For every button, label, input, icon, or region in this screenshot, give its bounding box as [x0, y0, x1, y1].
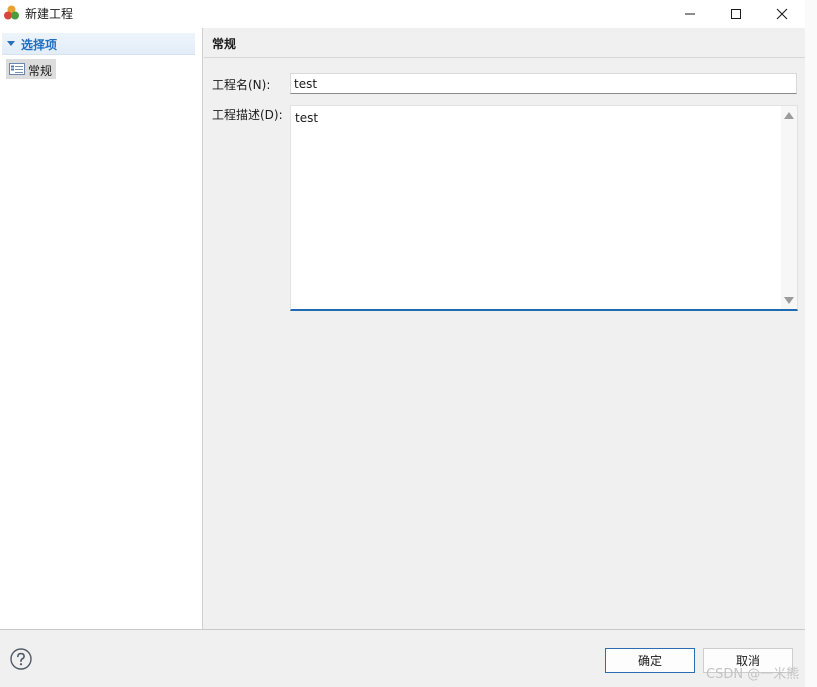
minimize-icon — [685, 13, 695, 15]
close-icon — [776, 8, 788, 20]
description-text: test — [295, 111, 319, 125]
maximize-icon — [731, 9, 741, 19]
scroll-down-arrow-icon[interactable] — [784, 297, 794, 304]
description-scrollbar[interactable] — [781, 106, 797, 309]
title-bar: 新建工程 — [0, 0, 805, 28]
project-name-label: 工程名(N): — [212, 78, 271, 92]
button-bar: 确定 取消 CSDN @一米熊 — [0, 629, 805, 687]
minimize-button[interactable] — [667, 0, 713, 28]
close-button[interactable] — [759, 0, 805, 28]
maximize-button[interactable] — [713, 0, 759, 28]
watermark-text: CSDN @一米熊 — [706, 667, 800, 682]
new-project-dialog: 新建工程 选择项 常规 常规 工程名(N): test 工程描述(D): tes… — [0, 0, 805, 687]
window-title: 新建工程 — [25, 7, 74, 21]
background-area — [805, 0, 817, 687]
project-description-label: 工程描述(D): — [212, 108, 283, 122]
page-header: 常规 — [204, 28, 805, 58]
page-title: 常规 — [212, 37, 237, 51]
list-page-icon — [9, 63, 25, 75]
tree-item-label: 常规 — [28, 64, 53, 78]
tree-root-label: 选择项 — [21, 38, 58, 52]
expand-arrow-icon[interactable] — [7, 41, 15, 46]
app-logo-icon — [4, 5, 19, 20]
ok-button[interactable]: 确定 — [605, 648, 695, 673]
project-name-input[interactable] — [290, 73, 797, 94]
options-tree: 选择项 常规 — [0, 28, 203, 629]
scroll-up-arrow-icon[interactable] — [784, 112, 794, 119]
tree-item-general[interactable]: 常规 — [6, 59, 56, 79]
general-page: 常规 工程名(N): 工程描述(D): test — [204, 28, 805, 629]
tree-root-options[interactable]: 选择项 — [2, 33, 195, 55]
project-description-textarea[interactable]: test — [290, 105, 798, 311]
help-icon[interactable] — [10, 648, 32, 670]
